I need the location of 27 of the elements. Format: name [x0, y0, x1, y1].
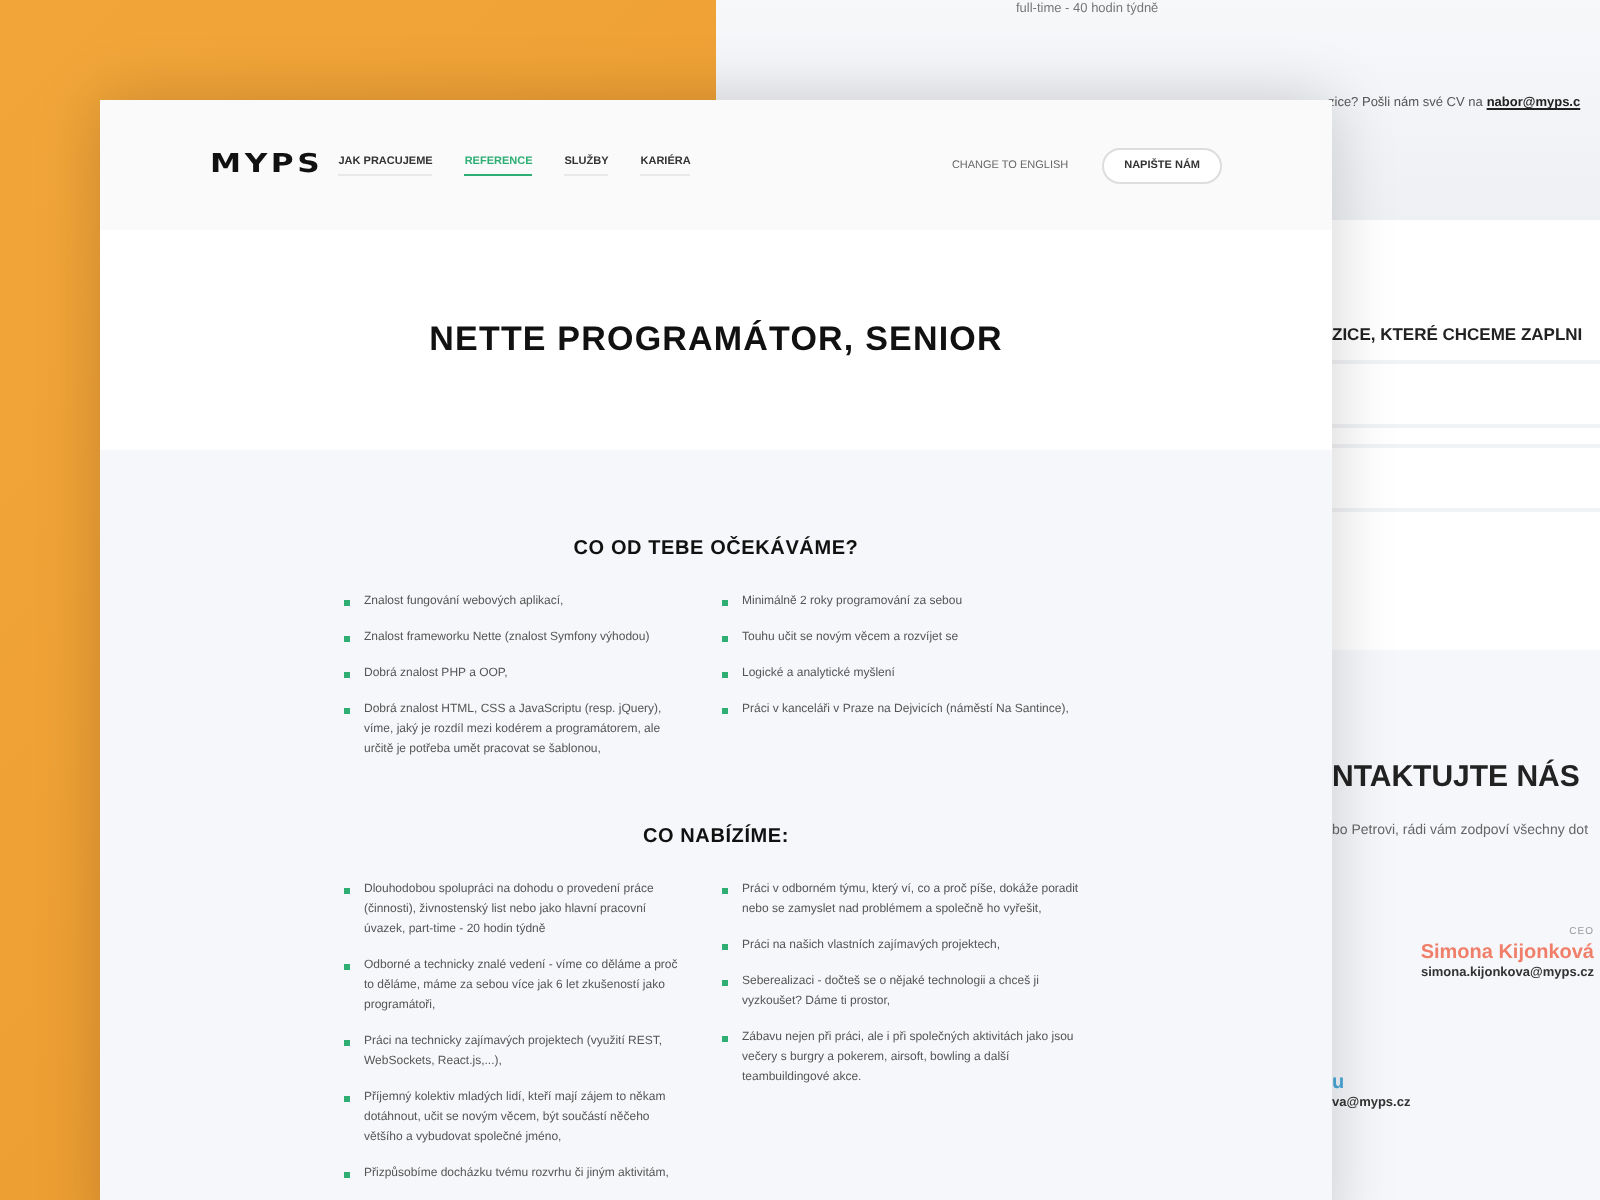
- section-heading: NTAKTUJTE NÁS: [1332, 760, 1582, 794]
- bullet-icon: [722, 980, 728, 986]
- logo[interactable]: MYPS: [210, 150, 324, 180]
- bullet-icon: [344, 708, 350, 714]
- section-heading: CO OD TEBE OČEKÁVÁME?: [571, 538, 861, 560]
- bullet-icon: [722, 1036, 728, 1042]
- bullet-icon: [722, 888, 728, 894]
- bullet-icon: [722, 708, 728, 714]
- bullet-icon: [344, 964, 350, 970]
- bullet-icon: [344, 1096, 350, 1102]
- bullet-icon: [344, 636, 350, 642]
- position-row[interactable]: [1332, 360, 1600, 428]
- position-row[interactable]: [1332, 444, 1600, 512]
- bullet-icon: [344, 600, 350, 606]
- section-heading: ZICE, KTERÉ CHCEME ZAPLNI: [1332, 324, 1585, 344]
- bullet-icon: [344, 672, 350, 678]
- person-name: Simona Kijonková: [1420, 942, 1594, 964]
- bullet-icon: [344, 1040, 350, 1046]
- bullet-icon: [344, 1172, 350, 1178]
- bullet-icon: [722, 672, 728, 678]
- section-heading: CO NABÍZÍME:: [640, 826, 792, 848]
- bullet-icon: [722, 944, 728, 950]
- bullet-icon: [722, 636, 728, 642]
- bullet-icon: [344, 888, 350, 894]
- bullet-icon: [722, 600, 728, 606]
- page-title: NETTE PROGRAMÁTOR, SENIOR: [429, 320, 1003, 360]
- person-name: u: [1332, 1072, 1345, 1094]
